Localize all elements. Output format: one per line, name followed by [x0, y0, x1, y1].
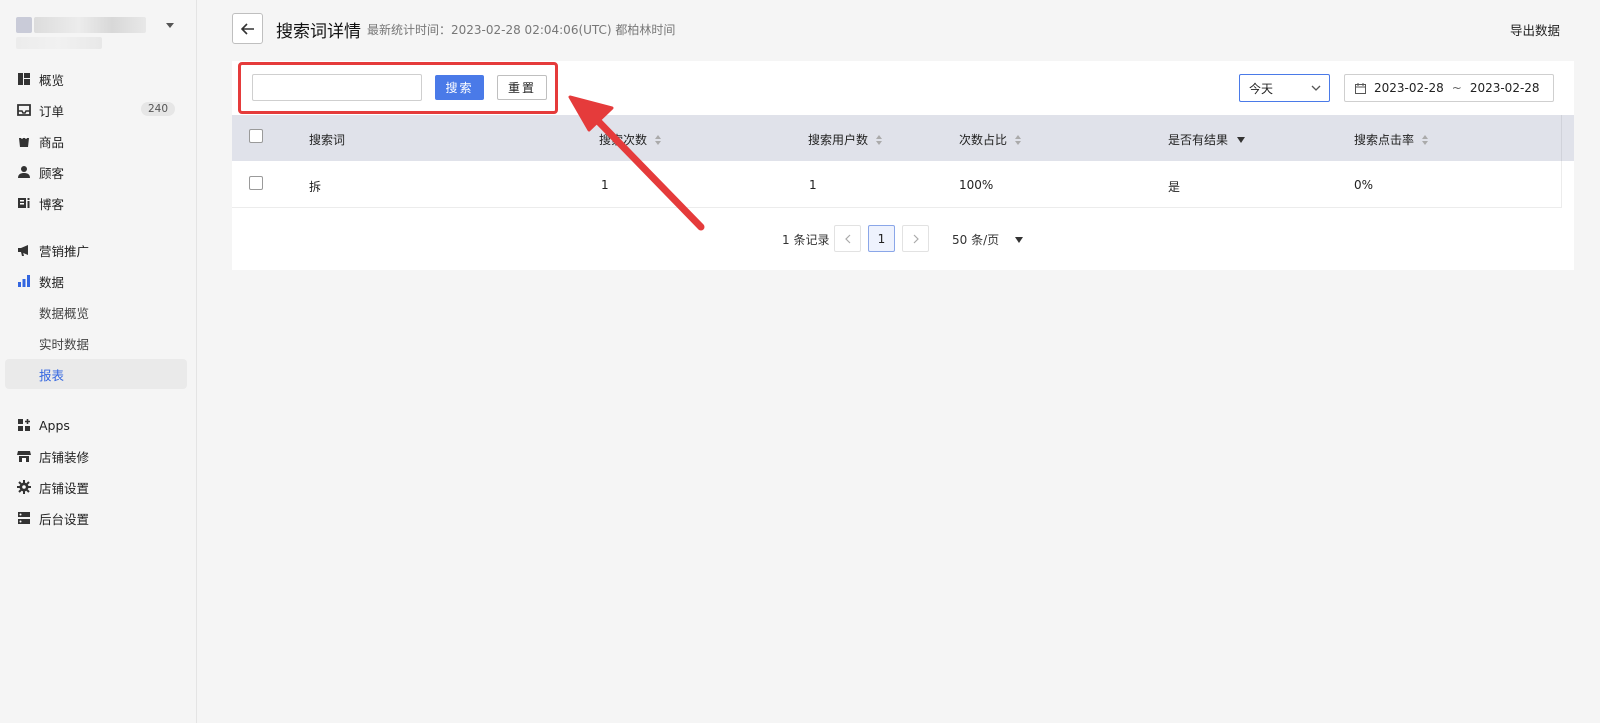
column-label: 搜索次数: [599, 133, 648, 147]
sidebar-item-customers[interactable]: 顾客: [5, 157, 187, 187]
inbox-icon: [17, 103, 31, 117]
sidebar-item-products[interactable]: 商品: [5, 126, 187, 156]
table-header-end: [1561, 115, 1574, 161]
caret-down-icon[interactable]: [166, 23, 174, 28]
page-number-button[interactable]: 1: [868, 225, 895, 252]
sidebar-item-marketing[interactable]: 营销推广: [5, 235, 187, 265]
stat-time: 最新统计时间：2023-02-28 02:04:06(UTC) 都柏林时间: [367, 23, 676, 37]
person-icon: [17, 165, 31, 179]
sidebar-item-apps[interactable]: Apps: [5, 410, 187, 440]
sidebar-item-label: 数据: [39, 274, 65, 290]
sort-icon[interactable]: [1422, 134, 1429, 145]
back-button[interactable]: [232, 13, 263, 44]
sidebar-item-blog[interactable]: 博客: [5, 188, 187, 218]
sidebar-item-label: 店铺装修: [39, 449, 90, 465]
blog-icon: [17, 196, 31, 210]
sidebar-item-label: 商品: [39, 134, 65, 150]
bag-icon: [17, 134, 31, 148]
column-header-filterable[interactable]: 是否有结果: [1168, 131, 1246, 148]
sidebar-sub-reports[interactable]: 报表: [5, 359, 187, 389]
sidebar-item-orders[interactable]: 订单 240: [5, 95, 187, 125]
column-header-sortable[interactable]: 搜索用户数: [808, 131, 883, 148]
column-label: 次数占比: [959, 133, 1008, 147]
page-title: 搜索词详情: [276, 22, 361, 42]
period-select[interactable]: 今天: [1239, 74, 1330, 102]
column-header: 搜索词: [309, 131, 345, 148]
table-cell: 1: [809, 178, 817, 192]
store-name-blurred: [34, 17, 146, 33]
table-cell: 100%: [959, 178, 994, 192]
date-range-picker[interactable]: 2023-02-28 ~ 2023-02-28: [1344, 74, 1554, 102]
sidebar-item-label: 顾客: [39, 165, 65, 181]
period-value: 今天: [1249, 81, 1274, 96]
filter-icon[interactable]: [1237, 136, 1246, 143]
store-sub-blurred: [16, 37, 102, 49]
server-icon: [17, 511, 31, 525]
sort-icon[interactable]: [655, 134, 662, 145]
sidebar-item-store-settings[interactable]: 店铺设置: [5, 472, 187, 502]
sidebar-item-label: Apps: [39, 417, 70, 433]
date-start: 2023-02-28: [1374, 81, 1444, 95]
sidebar-item-label: 概览: [39, 72, 65, 88]
orders-count-badge: 240: [140, 102, 175, 116]
sidebar-sub-data-overview[interactable]: 数据概览: [5, 297, 187, 327]
calendar-icon: [1355, 82, 1366, 94]
column-header-sortable[interactable]: 搜索点击率: [1354, 131, 1429, 148]
table-cell: 0%: [1354, 178, 1374, 192]
sidebar-item-label: 博客: [39, 196, 65, 212]
chevron-down-icon: [1311, 85, 1321, 91]
page-size-select[interactable]: 50 条/页: [952, 231, 1024, 248]
store-logo: [16, 17, 32, 33]
sidebar-item-label: 店铺设置: [39, 480, 90, 496]
store-switcher[interactable]: [16, 15, 186, 53]
sidebar-item-overview[interactable]: 概览: [5, 64, 187, 94]
sidebar-item-store-design[interactable]: 店铺装修: [5, 441, 187, 471]
record-count: 1 条记录: [782, 233, 830, 247]
table-row-end: [1561, 161, 1562, 208]
column-header-sortable[interactable]: 搜索次数: [599, 131, 662, 148]
table-cell: 是: [1168, 180, 1181, 194]
sidebar-item-label: 订单: [39, 103, 65, 119]
column-header-sortable[interactable]: 次数占比: [959, 131, 1022, 148]
chevron-left-icon: [844, 234, 850, 243]
table-cell: 1: [601, 178, 609, 192]
column-label: 是否有结果: [1168, 133, 1229, 147]
prev-page-button[interactable]: [834, 225, 861, 252]
sidebar-item-admin-settings[interactable]: 后台设置: [5, 503, 187, 533]
column-label: 搜索词: [309, 133, 346, 147]
sidebar-sub-realtime[interactable]: 实时数据: [5, 328, 187, 358]
export-data-button[interactable]: 导出数据: [1510, 20, 1560, 39]
annotation-highlight-box: [238, 62, 558, 114]
bar-chart-icon: [17, 274, 31, 288]
overview-icon: [17, 72, 31, 86]
date-separator: ~: [1451, 81, 1462, 95]
sidebar-item-label: 后台设置: [39, 511, 90, 527]
sidebar: 概览 订单 240 商品 顾客 博客 营销推广 数据 数据概览 实时数据 报表 …: [0, 0, 197, 723]
megaphone-icon: [17, 243, 31, 257]
store-icon: [17, 449, 31, 463]
sidebar-item-label: 营销推广: [39, 243, 90, 259]
sort-icon[interactable]: [876, 134, 883, 145]
sidebar-item-data[interactable]: 数据: [5, 266, 187, 296]
row-checkbox[interactable]: [249, 176, 263, 190]
column-label: 搜索用户数: [808, 133, 869, 147]
date-end: 2023-02-28: [1469, 81, 1540, 95]
page-size-value: 50 条/页: [952, 233, 1000, 247]
apps-icon: [17, 418, 31, 432]
arrow-left-icon: [240, 22, 254, 35]
sort-icon[interactable]: [1015, 134, 1022, 145]
gear-icon: [17, 480, 31, 494]
table-cell: 拆: [309, 180, 322, 194]
caret-down-icon: [1015, 236, 1024, 243]
next-page-button[interactable]: [902, 225, 929, 252]
chevron-right-icon: [913, 234, 919, 243]
column-label: 搜索点击率: [1354, 133, 1415, 147]
select-all-checkbox[interactable]: [249, 129, 263, 143]
